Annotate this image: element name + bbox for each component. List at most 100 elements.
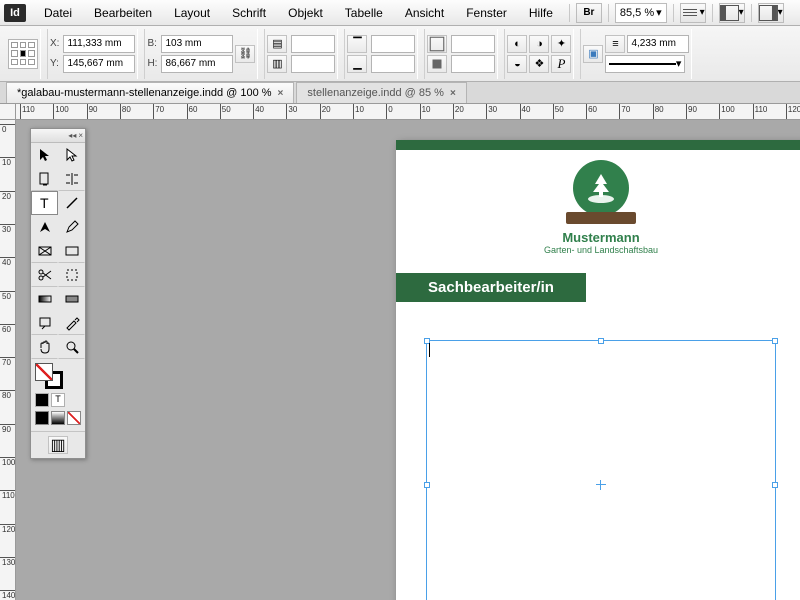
effect-icon-3[interactable]: ✦ — [551, 35, 571, 53]
align-group: ▔ ▁ — [344, 29, 418, 79]
width-field[interactable]: 103 mm — [161, 35, 233, 53]
apply-color-swatch[interactable] — [35, 411, 49, 425]
collapse-icon[interactable]: ◂◂ — [68, 131, 76, 140]
view-mode-button[interactable]: ▥ — [48, 436, 68, 454]
gradient-swatch-tool[interactable] — [31, 287, 58, 311]
vertical-ruler[interactable]: 0102030405060708090100110120130140 — [0, 120, 16, 600]
columns-dropdown[interactable] — [291, 35, 335, 53]
menu-bar: Id Datei Bearbeiten Layout Schrift Objek… — [0, 0, 800, 26]
eyedropper-tool[interactable] — [58, 311, 85, 335]
menu-fenster[interactable]: Fenster — [456, 3, 517, 23]
menu-ansicht[interactable]: Ansicht — [395, 3, 454, 23]
rows-dropdown[interactable] — [291, 55, 335, 73]
pencil-tool[interactable] — [58, 215, 85, 239]
menu-schrift[interactable]: Schrift — [222, 3, 276, 23]
fit-frame-icon[interactable]: ▣ — [583, 45, 603, 63]
tab-label: *galabau-mustermann-stellenanzeige.indd … — [17, 87, 272, 99]
tools-panel-header[interactable]: ◂◂ × — [31, 129, 85, 143]
screen-mode-button[interactable]: ▾ — [719, 3, 745, 23]
document-tab-active[interactable]: *galabau-mustermann-stellenanzeige.indd … — [6, 82, 294, 103]
stroke-group: ▣ ≡ 4,233 mm ▾ — [580, 29, 692, 79]
tools-panel[interactable]: ◂◂ × T T ▥ — [30, 128, 86, 459]
reference-point-group — [6, 29, 41, 79]
pen-tool[interactable] — [31, 215, 58, 239]
apply-gradient-swatch[interactable] — [51, 411, 65, 425]
height-field[interactable]: 86,667 mm — [161, 55, 233, 73]
bridge-button[interactable]: Br — [576, 3, 602, 23]
arrange-documents-button[interactable]: ▾ — [758, 3, 784, 23]
grid-icon — [681, 5, 700, 21]
gap-tool[interactable] — [58, 167, 85, 191]
direct-selection-tool[interactable] — [58, 143, 85, 167]
gradient-feather-tool[interactable] — [58, 287, 85, 311]
job-title-banner: Sachbearbeiter/in — [396, 273, 586, 302]
align-dropdown-2[interactable] — [371, 55, 415, 73]
logo-circle-icon — [573, 160, 629, 216]
close-icon[interactable]: × — [278, 88, 284, 99]
screen-icon — [720, 5, 739, 21]
horizontal-ruler[interactable]: 1101009080706050403020100102030405060708… — [16, 104, 800, 120]
app-logo: Id — [4, 4, 26, 22]
rectangle-frame-tool[interactable] — [31, 239, 58, 263]
frame-handle[interactable] — [424, 482, 430, 488]
reference-point-selector[interactable] — [8, 39, 38, 69]
menu-objekt[interactable]: Objekt — [278, 3, 333, 23]
free-transform-tool[interactable] — [58, 263, 85, 287]
menu-tabelle[interactable]: Tabelle — [335, 3, 393, 23]
y-field[interactable]: 145,667 mm — [63, 55, 135, 73]
stroke-style-dropdown[interactable]: ▾ — [605, 55, 685, 73]
page-tool[interactable] — [31, 167, 58, 191]
menu-layout[interactable]: Layout — [164, 3, 220, 23]
rectangle-tool[interactable] — [58, 239, 85, 263]
close-icon[interactable]: × — [78, 131, 83, 140]
align-dropdown-1[interactable] — [371, 35, 415, 53]
formatting-text-button[interactable]: T — [51, 393, 65, 407]
menu-datei[interactable]: Datei — [34, 3, 82, 23]
zoom-tool[interactable] — [58, 335, 85, 359]
stroke-weight-field[interactable]: 4,233 mm — [627, 35, 689, 53]
paragraph-icon[interactable]: P — [551, 55, 571, 73]
wrap-dropdown-1[interactable] — [451, 35, 495, 53]
constrain-proportions-icon[interactable]: ⛓ — [235, 45, 255, 63]
hand-tool[interactable] — [31, 335, 58, 359]
document-tab-inactive[interactable]: stellenanzeige.indd @ 85 % × — [296, 82, 466, 103]
x-field[interactable]: 111,333 mm — [63, 35, 135, 53]
note-tool[interactable] — [31, 311, 58, 335]
scissors-tool[interactable] — [31, 263, 58, 287]
ruler-origin[interactable] — [0, 104, 16, 120]
view-options-button[interactable]: ▾ — [680, 3, 706, 23]
align-top-icon[interactable]: ▔ — [347, 35, 367, 53]
wrap-dropdown-2[interactable] — [451, 55, 495, 73]
align-bottom-icon[interactable]: ▁ — [347, 55, 367, 73]
w-label: B: — [147, 38, 157, 49]
frame-handle[interactable] — [598, 338, 604, 344]
formatting-container-button[interactable] — [35, 393, 49, 407]
fill-stroke-swatch[interactable] — [31, 359, 85, 391]
selection-tool[interactable] — [31, 143, 58, 167]
frame-handle[interactable] — [772, 482, 778, 488]
zoom-level-field[interactable]: 85,5 %▾ — [615, 3, 667, 23]
frame-handle[interactable] — [772, 338, 778, 344]
effect-icon-5[interactable]: ❖ — [529, 55, 549, 73]
menu-hilfe[interactable]: Hilfe — [519, 3, 563, 23]
effect-icon-1[interactable]: ◐ — [507, 35, 527, 53]
frame-center-mark-icon — [596, 480, 606, 490]
effect-icon-4[interactable]: ◒ — [507, 55, 527, 73]
type-tool[interactable]: T — [31, 191, 58, 215]
document-page[interactable]: Mustermann Garten- und Landschaftsbau Sa… — [396, 140, 800, 600]
document-canvas[interactable]: Mustermann Garten- und Landschaftsbau Sa… — [16, 120, 800, 600]
wrap-icon-2[interactable] — [427, 55, 447, 73]
effect-icon-2[interactable]: ◑ — [529, 35, 549, 53]
fill-swatch[interactable] — [35, 363, 53, 381]
company-logo-block: Mustermann Garten- und Landschaftsbau — [396, 160, 800, 255]
position-group: X: 111,333 mm Y: 145,667 mm — [47, 29, 138, 79]
apply-none-swatch[interactable] — [67, 411, 81, 425]
text-caret — [429, 343, 430, 357]
selected-text-frame[interactable] — [426, 340, 776, 600]
columns-group: ▤ ▥ — [264, 29, 338, 79]
line-tool[interactable] — [58, 191, 85, 215]
menu-bearbeiten[interactable]: Bearbeiten — [84, 3, 162, 23]
wrap-icon-1[interactable] — [427, 35, 447, 53]
company-subtitle: Garten- und Landschaftsbau — [396, 245, 800, 255]
close-icon[interactable]: × — [450, 88, 456, 99]
